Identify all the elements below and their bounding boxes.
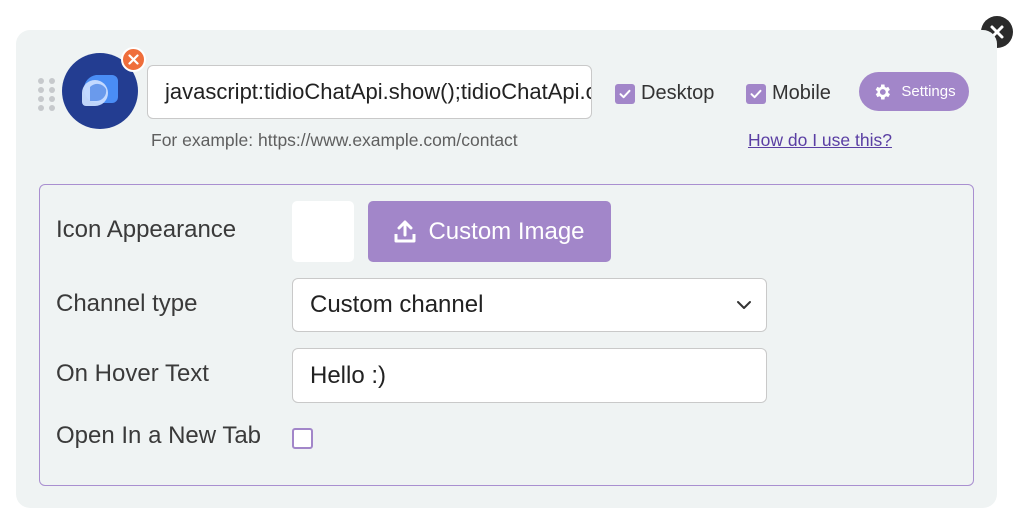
desktop-label: Desktop (641, 82, 715, 104)
chat-bubbles-icon (82, 75, 118, 106)
how-to-link[interactable]: How do I use this? (748, 130, 892, 151)
chevron-down-icon (737, 301, 751, 309)
remove-channel-button[interactable] (121, 47, 146, 72)
channel-type-label: Channel type (56, 290, 198, 317)
check-icon (746, 83, 766, 104)
settings-label: Settings (901, 83, 956, 100)
channel-url-input[interactable]: javascript:tidioChatApi.show();tidioChat… (147, 65, 592, 119)
channel-type-select[interactable]: Custom channel (292, 278, 767, 332)
check-icon (615, 83, 635, 104)
desktop-checkbox[interactable]: Desktop (615, 82, 714, 105)
remove-icon (128, 54, 139, 65)
icon-color-swatch[interactable] (292, 201, 354, 262)
hover-text-input[interactable]: Hello :) (292, 348, 767, 403)
custom-image-label: Custom Image (428, 217, 585, 245)
url-example-hint: For example: https://www.example.com/con… (151, 130, 518, 150)
channel-type-value: Custom channel (310, 291, 484, 318)
mobile-label: Mobile (772, 82, 831, 104)
hover-text-value: Hello :) (310, 361, 387, 389)
new-tab-label: Open In a New Tab (56, 422, 262, 449)
custom-image-button[interactable]: Custom Image (368, 201, 611, 262)
mobile-checkbox[interactable]: Mobile (746, 82, 831, 105)
icon-appearance-label: Icon Appearance (56, 216, 237, 243)
drag-handle-icon[interactable] (38, 78, 56, 111)
channel-url-value: javascript:tidioChatApi.show();tidioChat… (165, 79, 591, 104)
new-tab-checkbox[interactable] (292, 428, 313, 449)
hover-text-label: On Hover Text (56, 360, 209, 387)
gear-icon (876, 84, 891, 99)
upload-icon (394, 220, 416, 242)
settings-button[interactable]: Settings (859, 72, 969, 111)
